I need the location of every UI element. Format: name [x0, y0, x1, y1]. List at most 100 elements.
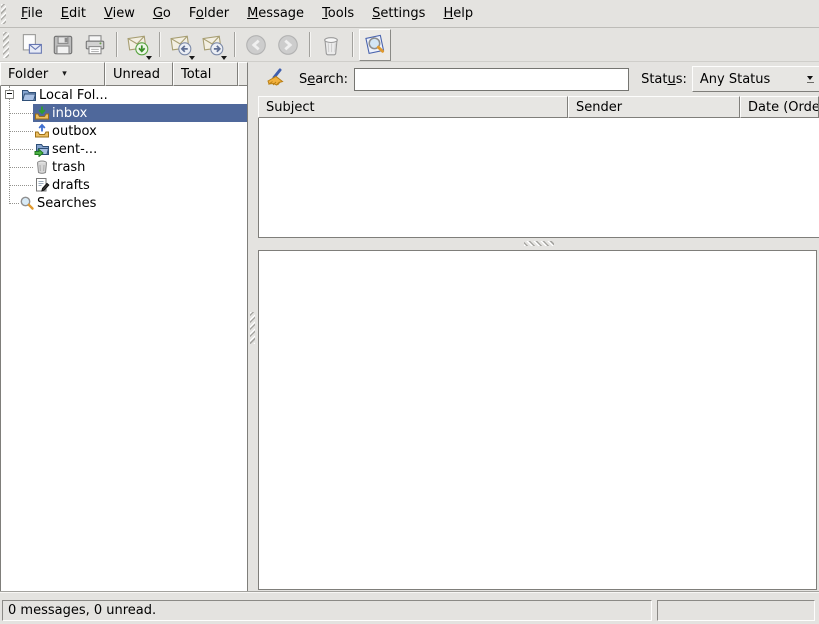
quick-search-bar: Search: Status: Any Status — [258, 62, 819, 96]
next-icon — [276, 33, 300, 57]
status-bar: 0 messages, 0 unread. — [0, 591, 819, 624]
folder-label: Local Fol... — [39, 88, 108, 103]
message-preview-pane[interactable] — [258, 250, 817, 590]
folder-item-localfol[interactable]: Local Fol... — [1, 86, 247, 104]
folder-label: inbox — [52, 106, 87, 121]
toolbar-drag-handle[interactable] — [3, 32, 9, 58]
new-message-button[interactable] — [16, 30, 46, 60]
folder-item-trash[interactable]: trash — [1, 158, 247, 176]
chevron-down-icon — [807, 76, 813, 80]
column-label: Folder — [8, 67, 48, 82]
status-message-panel: 0 messages, 0 unread. — [2, 600, 652, 621]
status-dropdown-arrow[interactable] — [802, 68, 819, 90]
main-area: Folder▾ Unread Total Local Fol... inbox outb… — [0, 62, 819, 592]
tree-line — [10, 185, 33, 186]
menu-help[interactable]: Help — [434, 4, 482, 23]
menu-file[interactable]: File — [12, 4, 52, 23]
folder-panel: Folder▾ Unread Total Local Fol... inbox outb… — [0, 62, 248, 592]
reply-button[interactable] — [166, 30, 196, 60]
folder-column-total[interactable]: Total — [173, 62, 238, 86]
menubar-drag-handle[interactable] — [1, 4, 6, 24]
folder-column-unread[interactable]: Unread — [105, 62, 173, 86]
folder-item-inbox[interactable]: inbox — [1, 104, 247, 122]
toolbar-separator — [352, 32, 353, 57]
sent-icon — [34, 141, 50, 157]
new-message-icon — [19, 33, 43, 57]
searches-icon — [19, 195, 35, 211]
folder-column-folder[interactable]: Folder▾ — [0, 62, 105, 86]
tree-line — [10, 131, 33, 132]
drafts-icon — [34, 177, 50, 193]
outbox-icon — [34, 123, 50, 139]
find-messages-button[interactable] — [359, 29, 391, 61]
tree-expander-minus[interactable] — [5, 90, 14, 99]
folder-tree: Local Fol... inbox outbox sent-... trash draf… — [0, 86, 248, 592]
menu-message[interactable]: Message — [238, 4, 313, 23]
tree-line — [10, 149, 33, 150]
horizontal-splitter[interactable] — [258, 238, 819, 250]
toolbar-separator — [234, 32, 235, 57]
kmail-window: FileEditViewGoFolderMessageToolsSettings… — [0, 0, 819, 624]
trash-icon — [319, 33, 343, 57]
combo-dash — [807, 82, 814, 83]
move-to-trash-button[interactable] — [316, 30, 346, 60]
folder-label: outbox — [52, 124, 97, 139]
message-column-subject[interactable]: Subject — [258, 96, 568, 118]
previous-message-button — [241, 30, 271, 60]
vertical-splitter-handle[interactable] — [250, 312, 255, 344]
search-label: Search: — [299, 72, 348, 87]
folder-label: Searches — [37, 196, 96, 211]
save-button[interactable] — [48, 30, 78, 60]
status-dropdown-value: Any Status — [700, 72, 770, 87]
reply-icon — [169, 33, 193, 57]
folder-column-filler — [238, 62, 248, 86]
folder-item-sent[interactable]: sent-... — [1, 140, 247, 158]
dropdown-caret-icon[interactable] — [189, 56, 195, 60]
forward-icon — [201, 33, 225, 57]
menu-tools[interactable]: Tools — [313, 4, 363, 23]
clear-search-icon[interactable] — [265, 68, 287, 90]
message-list-body[interactable] — [258, 118, 819, 238]
folder-label: trash — [52, 160, 85, 175]
message-column-sender[interactable]: Sender — [568, 96, 740, 118]
status-message-text: 0 messages, 0 unread. — [8, 603, 156, 618]
horizontal-splitter-handle[interactable] — [524, 241, 554, 246]
status-progress-panel — [657, 600, 815, 621]
dropdown-caret-icon[interactable] — [221, 56, 227, 60]
menu-folder[interactable]: Folder — [180, 4, 238, 23]
tree-line — [10, 167, 33, 168]
check-mail-icon — [126, 33, 150, 57]
folder-item-drafts[interactable]: drafts — [1, 176, 247, 194]
inbox-icon — [34, 105, 50, 121]
message-list-header: SubjectSenderDate (Order of Arrival) — [258, 96, 819, 118]
message-list: SubjectSenderDate (Order of Arrival) — [258, 96, 819, 238]
forward-button[interactable] — [198, 30, 228, 60]
trash-folder-icon — [34, 159, 50, 175]
toolbar-separator — [309, 32, 310, 57]
previous-icon — [244, 33, 268, 57]
check-mail-button[interactable] — [123, 30, 153, 60]
status-dropdown[interactable]: Any Status — [692, 66, 819, 92]
save-icon — [51, 33, 75, 57]
message-column-date[interactable]: Date (Order of Arrival) — [740, 96, 819, 118]
menubar: FileEditViewGoFolderMessageToolsSettings… — [0, 0, 819, 28]
tree-line — [10, 203, 19, 204]
folder-item-searches[interactable]: Searches — [1, 194, 247, 212]
search-input[interactable] — [354, 68, 629, 91]
toolbar-separator — [159, 32, 160, 57]
folder-item-outbox[interactable]: outbox — [1, 122, 247, 140]
tree-line — [10, 113, 33, 114]
folder-label: drafts — [52, 178, 90, 193]
tree-line — [9, 99, 10, 204]
folder-label: sent-... — [52, 142, 97, 157]
dropdown-caret-icon[interactable] — [146, 56, 152, 60]
vertical-splitter[interactable] — [248, 62, 258, 592]
menu-edit[interactable]: Edit — [52, 4, 95, 23]
print-button[interactable] — [80, 30, 110, 60]
column-label: Unread — [113, 67, 160, 82]
next-message-button — [273, 30, 303, 60]
menu-go[interactable]: Go — [144, 4, 180, 23]
folder-tree-rows: Local Fol... inbox outbox sent-... trash draf… — [1, 86, 247, 212]
menu-view[interactable]: View — [95, 4, 144, 23]
menu-settings[interactable]: Settings — [363, 4, 434, 23]
